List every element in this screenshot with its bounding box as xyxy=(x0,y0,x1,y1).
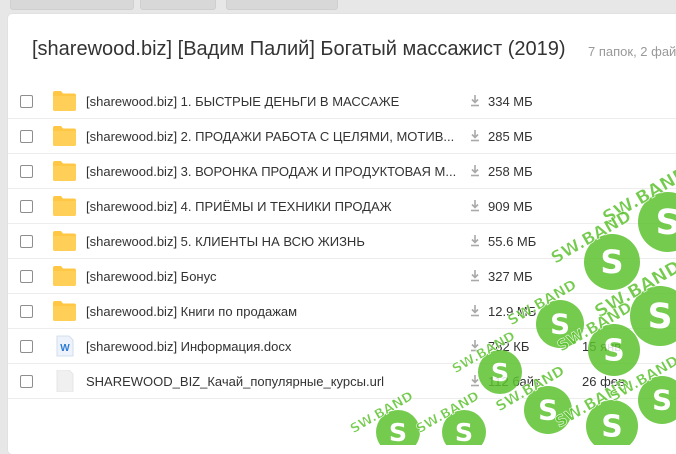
row-checkbox[interactable] xyxy=(20,375,33,388)
file-name-link[interactable]: SHAREWOOD_BIZ_Качай_популярные_курсы.url xyxy=(86,374,466,389)
file-row[interactable]: W [sharewood.biz] Информация.docx 782 КБ 15… xyxy=(8,329,676,364)
folder-icon xyxy=(52,300,77,322)
file-size: 112 байт xyxy=(488,374,540,389)
download-icon[interactable] xyxy=(470,339,480,352)
file-name-link[interactable]: [sharewood.biz] Информация.docx xyxy=(86,339,466,354)
folder-row[interactable]: [sharewood.biz] 1. БЫСТРЫЕ ДЕНЬГИ В МАСС… xyxy=(8,84,676,119)
row-checkbox[interactable] xyxy=(20,95,33,108)
folder-row[interactable]: [sharewood.biz] 4. ПРИЁМЫ И ТЕХНИКИ ПРОД… xyxy=(8,189,676,224)
folder-icon xyxy=(52,230,77,252)
file-browser-panel: [sharewood.biz] [Вадим Палий] Богатый ма… xyxy=(8,14,676,454)
file-date: 15 янв xyxy=(582,339,622,354)
file-name-link[interactable]: [sharewood.biz] 4. ПРИЁМЫ И ТЕХНИКИ ПРОД… xyxy=(86,199,466,214)
file-row[interactable]: SHAREWOOD_BIZ_Качай_популярные_курсы.url… xyxy=(8,364,676,399)
file-name-link[interactable]: [sharewood.biz] Книги по продажам xyxy=(86,304,466,319)
download-icon[interactable] xyxy=(470,374,480,387)
folder-icon xyxy=(52,195,77,217)
folder-icon xyxy=(52,90,77,112)
file-name-link[interactable]: [sharewood.biz] 1. БЫСТРЫЕ ДЕНЬГИ В МАСС… xyxy=(86,94,466,109)
file-list: [sharewood.biz] 1. БЫСТРЫЕ ДЕНЬГИ В МАСС… xyxy=(8,84,676,399)
row-checkbox[interactable] xyxy=(20,305,33,318)
toolbar-button[interactable] xyxy=(140,0,216,10)
download-icon[interactable] xyxy=(470,304,480,317)
file-size: 258 МБ xyxy=(488,164,533,179)
toolbar-button[interactable] xyxy=(10,0,134,10)
toolbar-button[interactable] xyxy=(226,0,338,10)
download-icon[interactable] xyxy=(470,129,480,142)
folder-row[interactable]: [sharewood.biz] Книги по продажам 12.9 МБ xyxy=(8,294,676,329)
row-checkbox[interactable] xyxy=(20,130,33,143)
svg-text:W: W xyxy=(60,343,70,354)
file-size: 55.6 МБ xyxy=(488,234,537,249)
file-size: 782 КБ xyxy=(488,339,530,354)
folder-summary: 7 папок, 2 фай xyxy=(588,44,676,59)
file-size: 909 МБ xyxy=(488,199,533,214)
file-size: 285 МБ xyxy=(488,129,533,144)
row-checkbox[interactable] xyxy=(20,235,33,248)
download-icon[interactable] xyxy=(470,199,480,212)
row-checkbox[interactable] xyxy=(20,165,33,178)
file-size: 334 МБ xyxy=(488,94,533,109)
row-checkbox[interactable] xyxy=(20,200,33,213)
folder-icon xyxy=(52,160,77,182)
folder-row[interactable]: [sharewood.biz] 5. КЛИЕНТЫ НА ВСЮ ЖИЗНЬ 5… xyxy=(8,224,676,259)
folder-row[interactable]: [sharewood.biz] 3. ВОРОНКА ПРОДАЖ И ПРОД… xyxy=(8,154,676,189)
folder-icon xyxy=(52,125,77,147)
row-checkbox[interactable] xyxy=(20,340,33,353)
file-name-link[interactable]: [sharewood.biz] 2. ПРОДАЖИ РАБОТА С ЦЕЛЯ… xyxy=(86,129,466,144)
generic-file-icon xyxy=(52,369,77,393)
download-icon[interactable] xyxy=(470,234,480,247)
file-name-link[interactable]: [sharewood.biz] 5. КЛИЕНТЫ НА ВСЮ ЖИЗНЬ xyxy=(86,234,466,249)
download-icon[interactable] xyxy=(470,164,480,177)
top-toolbar-remnant xyxy=(0,0,676,12)
file-name-link[interactable]: [sharewood.biz] Бонус xyxy=(86,269,466,284)
file-name-link[interactable]: [sharewood.biz] 3. ВОРОНКА ПРОДАЖ И ПРОД… xyxy=(86,164,466,179)
folder-row[interactable]: [sharewood.biz] 2. ПРОДАЖИ РАБОТА С ЦЕЛЯ… xyxy=(8,119,676,154)
word-doc-icon: W xyxy=(52,335,77,357)
file-size: 12.9 МБ xyxy=(488,304,537,319)
folder-row[interactable]: [sharewood.biz] Бонус 327 МБ xyxy=(8,259,676,294)
folder-icon xyxy=(52,265,77,287)
folder-title: [sharewood.biz] [Вадим Палий] Богатый ма… xyxy=(32,38,566,60)
download-icon[interactable] xyxy=(470,94,480,107)
file-date: 26 фев xyxy=(582,374,625,389)
file-size: 327 МБ xyxy=(488,269,533,284)
download-icon[interactable] xyxy=(470,269,480,282)
row-checkbox[interactable] xyxy=(20,270,33,283)
